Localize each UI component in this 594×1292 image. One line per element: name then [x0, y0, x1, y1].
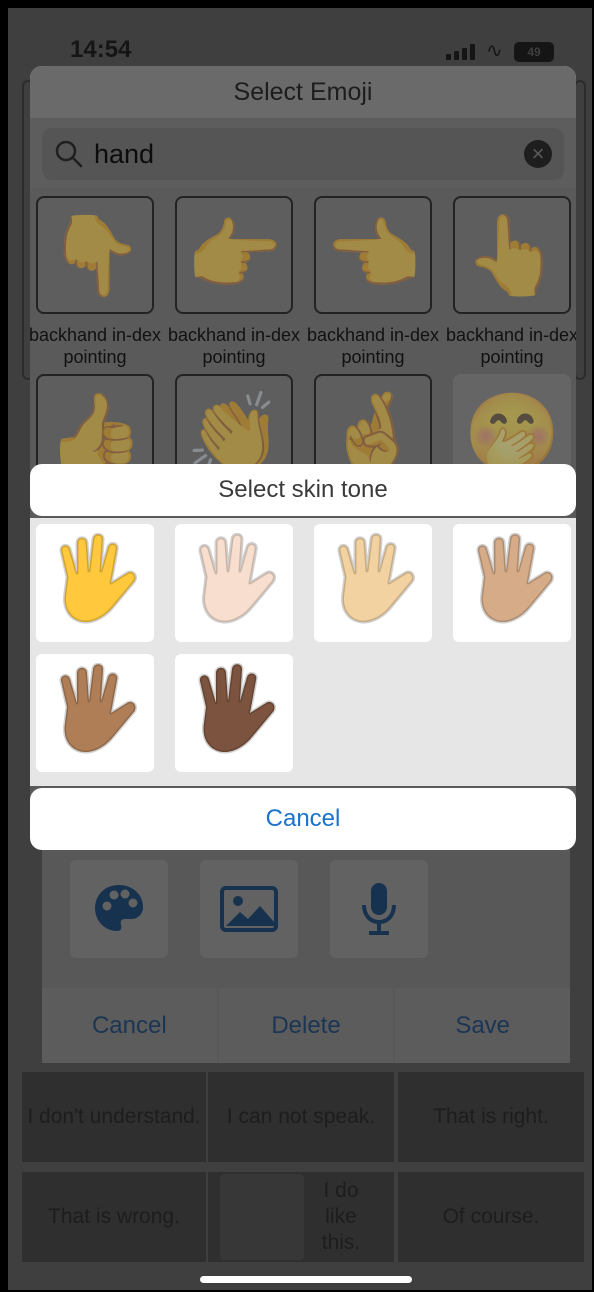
skin-tone-title: Select skin tone — [30, 464, 576, 516]
color-palette-button[interactable] — [70, 860, 168, 958]
skin-tone-option-medium-light[interactable] — [314, 524, 432, 642]
emoji-result[interactable]: 👆 — [453, 196, 571, 314]
emoji-glyph: 👈 — [324, 211, 422, 299]
emoji-result[interactable]: 👉 — [175, 196, 293, 314]
editor-save-button[interactable]: Save — [395, 988, 571, 1063]
phrase-button[interactable]: That is right. — [398, 1072, 584, 1162]
wifi-icon: ∿ — [486, 40, 503, 62]
phrase-photo — [220, 1174, 304, 1260]
picker-title: Select Emoji — [30, 66, 576, 118]
phrase-button[interactable]: I do like this. — [208, 1172, 394, 1262]
search-bar: hand × — [30, 118, 576, 188]
phrase-button[interactable]: Of course. — [398, 1172, 584, 1262]
microphone-button[interactable] — [330, 860, 428, 958]
emoji-caption: backhand in-dex pointing — [30, 325, 162, 367]
skin-tone-option-medium-dark[interactable] — [36, 654, 154, 772]
editor-cancel-button[interactable]: Cancel — [42, 988, 217, 1063]
emoji-glyph: 👉 — [185, 211, 283, 299]
phrase-button[interactable]: I can not speak. — [208, 1072, 394, 1162]
emoji-caption: backhand in-dex pointing — [445, 325, 576, 367]
emoji-result[interactable]: 👈 — [314, 196, 432, 314]
phrase-button[interactable]: That is wrong. — [22, 1172, 206, 1262]
raised-hand-icon — [337, 533, 415, 624]
emoji-glyph: 👆 — [463, 211, 561, 299]
search-icon — [55, 140, 83, 168]
clear-search-icon[interactable]: × — [524, 140, 552, 168]
emoji-glyph: 🤭 — [463, 389, 561, 477]
raised-hand-icon — [198, 663, 276, 754]
raised-hand-icon — [476, 533, 554, 624]
image-button[interactable] — [200, 860, 298, 958]
emoji-glyph: 👇 — [46, 211, 144, 299]
skin-tone-option-dark[interactable] — [175, 654, 293, 772]
skin-tone-option-default[interactable] — [36, 524, 154, 642]
palette-icon — [95, 885, 143, 931]
emoji-caption: backhand in-dex pointing — [306, 325, 440, 367]
image-icon — [220, 886, 278, 932]
status-time: 14:54 — [70, 36, 132, 63]
emoji-glyph: 👏 — [185, 389, 283, 477]
editor-delete-button[interactable]: Delete — [218, 988, 394, 1063]
phrase-label: I do like this. — [321, 1178, 361, 1255]
emoji-glyph: 🤞 — [324, 389, 422, 477]
emoji-result[interactable]: 👇 — [36, 196, 154, 314]
skin-tone-option-medium[interactable] — [453, 524, 571, 642]
editor-actions: Cancel Delete Save — [42, 988, 571, 1063]
emoji-glyph: 👍 — [46, 389, 144, 477]
raised-hand-icon — [59, 533, 137, 624]
skin-tone-cancel-button[interactable]: Cancel — [30, 788, 576, 850]
microphone-icon — [362, 883, 396, 935]
raised-hand-icon — [198, 533, 276, 624]
emoji-caption: backhand in-dex pointing — [167, 325, 301, 367]
search-input[interactable]: hand × — [42, 128, 564, 180]
cellular-signal-icon — [446, 44, 476, 60]
skin-tone-grid — [30, 518, 576, 786]
status-bar: 14:54 ∿ 49 — [8, 8, 592, 68]
app-screen: 14:54 ∿ 49 Cancel Delete Save I don't un… — [8, 8, 592, 1290]
phrase-editor: Cancel Delete Save — [42, 838, 571, 1063]
phrase-button[interactable]: I don't understand. — [22, 1072, 206, 1162]
battery-icon: 49 — [514, 42, 554, 62]
search-query: hand — [94, 138, 155, 169]
raised-hand-icon — [59, 663, 137, 754]
home-indicator[interactable] — [200, 1276, 412, 1283]
skin-tone-option-light[interactable] — [175, 524, 293, 642]
